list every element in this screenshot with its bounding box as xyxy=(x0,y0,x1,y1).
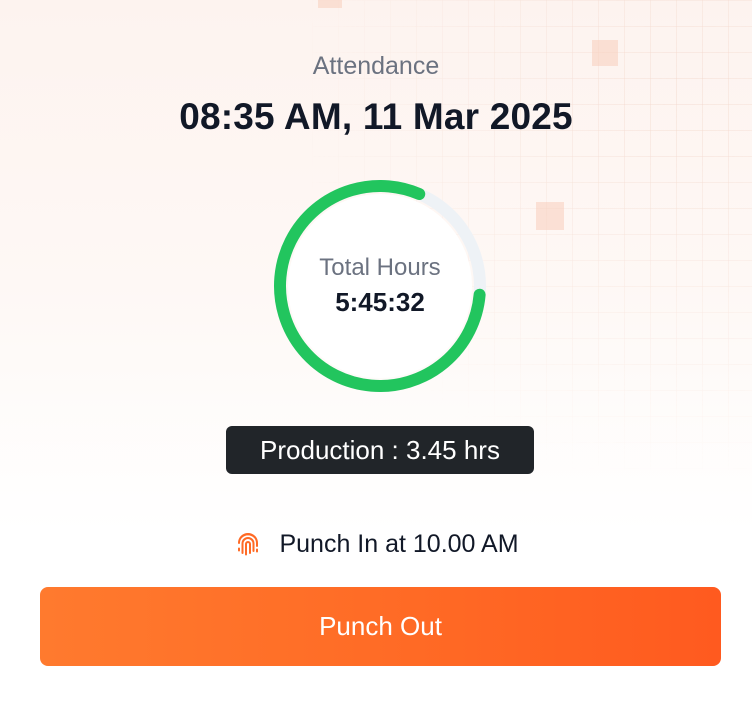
attendance-datetime: 08:35 AM, 11 Mar 2025 xyxy=(179,96,573,137)
fingerprint-icon xyxy=(233,529,263,559)
production-badge: Production : 3.45 hrs xyxy=(226,426,534,474)
attendance-title: Attendance xyxy=(312,52,440,80)
attendance-card: Attendance 08:35 AM, 11 Mar 2025 Total H… xyxy=(0,0,752,710)
punch-out-button[interactable]: Punch Out xyxy=(40,587,721,666)
punch-in-text: Punch In at 10.00 AM xyxy=(279,529,519,558)
total-hours-label: Total Hours xyxy=(319,254,441,281)
progress-ring-center xyxy=(288,194,472,378)
decorative-square xyxy=(536,202,564,230)
punch-in-row: Punch In at 10.00 AM xyxy=(0,526,752,562)
total-hours-value: 5:45:32 xyxy=(335,287,425,317)
total-hours-ring: Total Hours 5:45:32 xyxy=(270,176,490,396)
decorative-square xyxy=(318,0,342,8)
